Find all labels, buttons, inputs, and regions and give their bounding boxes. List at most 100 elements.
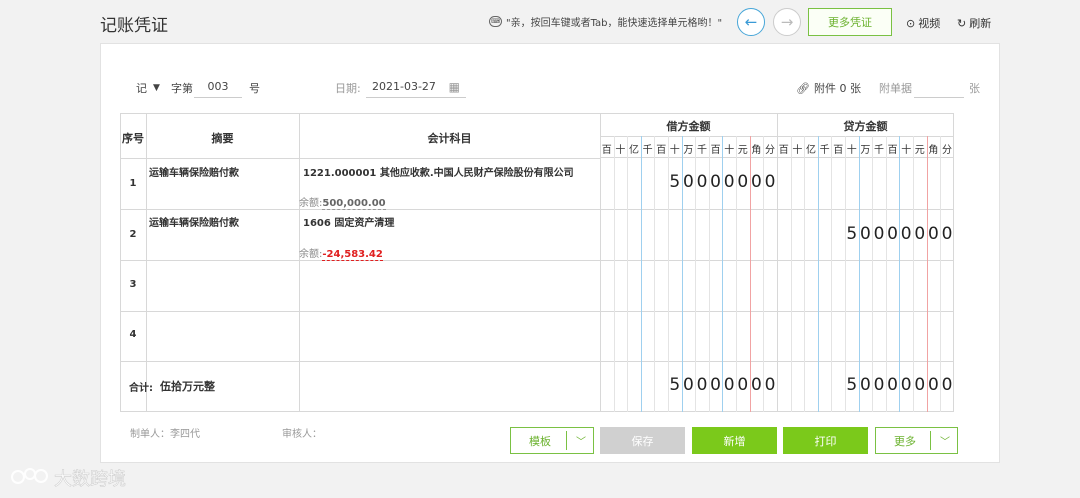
- grid-line: [831, 136, 832, 412]
- keyboard-icon: ⌨: [489, 16, 502, 27]
- watermark-logo: 大数跨境: [11, 468, 126, 490]
- maker-label: 制单人：李四代: [130, 429, 200, 440]
- total-credit-digit: 0: [887, 375, 898, 395]
- grid-line: [791, 136, 792, 412]
- video-label: 视频: [918, 17, 941, 30]
- total-credit-digit: 0: [859, 375, 871, 395]
- attachment-link[interactable]: 🔗︎ 附件 0 张: [796, 80, 861, 96]
- debit-unit-header: 十: [615, 145, 626, 156]
- template-label: 模板: [529, 434, 551, 448]
- calendar-icon[interactable]: ▦: [449, 76, 460, 98]
- credit-amount-digit: 0: [914, 224, 926, 244]
- grid-line: [120, 260, 954, 261]
- grid-line: [927, 136, 928, 412]
- refresh-label: 刷新: [969, 17, 992, 30]
- row-summary[interactable]: 运输车辆保险赔付款: [149, 214, 239, 229]
- more-voucher-button[interactable]: 更多凭证: [808, 8, 892, 36]
- header-no: 序号: [122, 132, 144, 145]
- debit-unit-header: 百: [601, 145, 612, 156]
- keyboard-tip: ⌨ "亲，按回车键或者Tab，能快速选择单元格哟！": [489, 14, 722, 29]
- play-icon: ⊙: [906, 16, 916, 30]
- total-debit-digit: 5: [669, 375, 681, 395]
- refresh-link[interactable]: ↻ 刷新: [957, 15, 991, 31]
- total-credit-digit: 0: [941, 375, 953, 395]
- debit-unit-header: 千: [642, 145, 653, 156]
- voucher-number-input[interactable]: 003: [194, 76, 242, 98]
- more-button[interactable]: 更多 ﹀: [875, 427, 958, 454]
- credit-amount-digit: 0: [927, 224, 939, 244]
- credit-unit-header: 分: [942, 145, 952, 156]
- print-button[interactable]: 打印: [783, 427, 868, 454]
- total-in-words: 伍拾万元整: [160, 380, 215, 393]
- debit-amount-digit: 0: [737, 172, 749, 192]
- total-debit-digit: 0: [682, 375, 694, 395]
- row-number: 2: [129, 229, 137, 240]
- watermark-text: 大数跨境: [54, 469, 126, 490]
- row-account[interactable]: 1221.000001 其他应收款.中国人民财产保险股份有限公司: [303, 164, 574, 179]
- debit-unit-header: 百: [656, 145, 667, 156]
- grid-line: [940, 136, 941, 412]
- save-button[interactable]: 保存: [600, 427, 685, 454]
- credit-unit-header: 千: [819, 145, 830, 156]
- debit-unit-header: 万: [683, 145, 694, 156]
- auditor-label: 审核人：: [282, 429, 322, 440]
- grid-line: [859, 136, 860, 412]
- previous-voucher-button[interactable]: ←: [737, 8, 765, 36]
- button-divider: [930, 431, 931, 450]
- total-debit-digit: 0: [696, 375, 708, 395]
- credit-amount-digit: 5: [846, 224, 858, 244]
- debit-amount-digit: 0: [764, 172, 776, 192]
- template-button[interactable]: 模板 ﹀: [510, 427, 594, 454]
- date-input[interactable]: 2021-03-27 ▦: [366, 76, 466, 98]
- balance-label: 余额:: [299, 249, 323, 260]
- credit-amount-digit: 0: [887, 224, 898, 244]
- refresh-icon: ↻: [957, 16, 967, 30]
- chevron-down-icon[interactable]: ﹀: [940, 433, 950, 448]
- grid-line: [872, 136, 873, 412]
- grid-line: [120, 209, 954, 210]
- grid-line: [641, 136, 642, 412]
- debit-unit-header: 分: [765, 145, 775, 156]
- button-divider: [566, 431, 567, 450]
- more-label: 更多: [894, 434, 916, 448]
- header-credit: 贷方金额: [843, 120, 888, 133]
- grid-line: [913, 136, 914, 412]
- chevron-down-icon[interactable]: ﹀: [576, 433, 586, 448]
- row-summary[interactable]: 运输车辆保险赔付款: [149, 164, 239, 179]
- date-label: 日期:: [335, 82, 361, 95]
- voucher-word-select[interactable]: 记 ▼: [136, 80, 160, 96]
- hao-label: 号: [249, 82, 260, 95]
- row-number: 1: [129, 178, 137, 189]
- total-credit-digit: 0: [873, 375, 885, 395]
- debit-amount-digit: 0: [682, 172, 694, 192]
- credit-unit-header: 角: [928, 145, 939, 156]
- video-link[interactable]: ⊙ 视频: [906, 15, 940, 31]
- header-debit: 借方金额: [666, 120, 711, 133]
- attached-docs-input[interactable]: [914, 76, 964, 98]
- debit-unit-header: 十: [724, 145, 735, 156]
- grid-line: [886, 136, 887, 412]
- next-voucher-button[interactable]: →: [773, 8, 801, 36]
- keyboard-tip-text: "亲，按回车键或者Tab，能快速选择单元格哟！": [506, 18, 723, 29]
- grid-line: [120, 158, 600, 159]
- debit-amount-digit: 0: [696, 172, 708, 192]
- grid-line: [627, 136, 628, 412]
- grid-line: [654, 136, 655, 412]
- arrow-right-icon: →: [780, 13, 794, 31]
- debit-amount-digit: 0: [710, 172, 721, 192]
- row-account[interactable]: 1606 固定资产清理: [303, 214, 394, 229]
- total-debit-digit: 0: [750, 375, 762, 395]
- row-number: 4: [129, 329, 137, 340]
- total-label: 合计:: [129, 383, 153, 394]
- page-title: 记账凭证: [100, 16, 168, 36]
- credit-unit-header: 元: [914, 145, 925, 156]
- grid-line: [845, 136, 846, 412]
- paperclip-icon: 🔗︎: [796, 81, 810, 95]
- debit-unit-header: 角: [751, 145, 762, 156]
- voucher-word: 记: [136, 82, 147, 95]
- balance-label: 余额:: [299, 198, 323, 209]
- zi-label: 字第: [171, 82, 193, 95]
- attachment-label: 附件 0 张: [813, 82, 861, 95]
- total-credit-digit: 0: [927, 375, 939, 395]
- new-button[interactable]: 新增: [692, 427, 777, 454]
